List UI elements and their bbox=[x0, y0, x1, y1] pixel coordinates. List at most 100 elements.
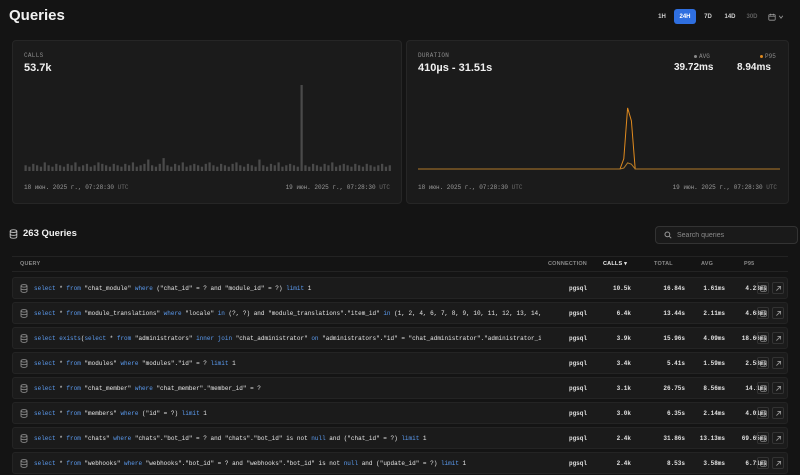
table-row[interactable]: select * from "webhooks" where "webhooks… bbox=[12, 452, 788, 474]
calls-bar bbox=[204, 163, 207, 171]
sql-token: from bbox=[66, 385, 81, 392]
sidebar-panel-button[interactable] bbox=[757, 432, 769, 444]
open-external-button[interactable] bbox=[772, 282, 784, 294]
total-cell: 16.84s bbox=[663, 285, 685, 292]
sql-token: "chats" bbox=[80, 435, 114, 442]
sql-token: 1 bbox=[228, 360, 236, 367]
range-14d-button[interactable]: 14D bbox=[720, 9, 740, 24]
open-external-button[interactable] bbox=[772, 382, 784, 394]
total-cell: 15.96s bbox=[663, 335, 685, 342]
sql-token: "chats"."bot_id" = ? and "chats"."bot_id… bbox=[131, 435, 312, 442]
calls-bar bbox=[350, 166, 353, 171]
avg-cell: 8.56ms bbox=[703, 385, 725, 392]
panel-icon bbox=[759, 459, 767, 467]
range-24h-button[interactable]: 24H bbox=[674, 9, 696, 24]
sidebar-panel-button[interactable] bbox=[757, 307, 769, 319]
sql-token: where bbox=[120, 410, 139, 417]
open-external-button[interactable] bbox=[772, 332, 784, 344]
duration-card: DURATION 410µs - 31.51s AVG 39.72ms P95 … bbox=[406, 40, 789, 204]
table-row[interactable]: select * from "chats" where "chats"."bot… bbox=[12, 427, 788, 449]
calls-bar bbox=[128, 165, 131, 171]
calendar-dropdown[interactable] bbox=[764, 13, 788, 21]
duration-start-text: 18 июн. 2025 г., 07:28:30 bbox=[418, 184, 509, 191]
duration-end-tz: UTC bbox=[766, 184, 777, 191]
sql-token: * bbox=[55, 310, 67, 317]
calls-bar bbox=[262, 165, 265, 171]
table-row[interactable]: select exists(select * from "administrat… bbox=[12, 327, 788, 349]
calls-bar bbox=[112, 163, 115, 171]
sidebar-panel-button[interactable] bbox=[757, 282, 769, 294]
calls-bar bbox=[273, 165, 276, 171]
column-p95[interactable]: P95 bbox=[744, 261, 754, 267]
calls-bar bbox=[162, 158, 165, 171]
arrow-up-right-icon bbox=[775, 435, 781, 441]
calls-end-time: 19 июн. 2025 г., 07:28:30 UTC bbox=[286, 184, 390, 191]
table-row[interactable]: select * from "members" where ("id" = ?)… bbox=[12, 402, 788, 424]
sort-desc-icon: ▾ bbox=[624, 261, 628, 267]
search-box[interactable] bbox=[655, 226, 798, 244]
calls-bar bbox=[85, 163, 89, 171]
panel-icon bbox=[759, 284, 767, 292]
arrow-up-right-icon bbox=[775, 335, 781, 341]
calls-bar bbox=[154, 166, 158, 171]
column-connection[interactable]: CONNECTION bbox=[548, 261, 587, 267]
calls-bar bbox=[220, 163, 223, 171]
sql-token: null bbox=[311, 435, 326, 442]
sql-token: "locale" bbox=[181, 310, 218, 317]
column-calls[interactable]: CALLS ▾ bbox=[603, 261, 627, 267]
queries-header: 263 Queries bbox=[9, 228, 77, 239]
sidebar-panel-button[interactable] bbox=[757, 382, 769, 394]
calls-bar bbox=[388, 165, 391, 171]
range-1h-button[interactable]: 1H bbox=[652, 9, 672, 24]
panel-icon bbox=[759, 434, 767, 442]
sql-token: on bbox=[311, 335, 319, 342]
p95-value: 8.94ms bbox=[737, 62, 771, 73]
open-external-button[interactable] bbox=[772, 407, 784, 419]
calls-cell: 10.5k bbox=[612, 285, 631, 292]
sidebar-panel-button[interactable] bbox=[757, 332, 769, 344]
duration-start-time: 18 июн. 2025 г., 07:28:30 UTC bbox=[418, 184, 522, 191]
calls-bar bbox=[373, 166, 376, 171]
open-external-button[interactable] bbox=[772, 307, 784, 319]
duration-end-time: 19 июн. 2025 г., 07:28:30 UTC bbox=[673, 184, 777, 191]
calls-bar bbox=[369, 165, 372, 171]
column-avg[interactable]: AVG bbox=[701, 261, 713, 267]
database-icon bbox=[20, 284, 28, 293]
open-external-button[interactable] bbox=[772, 457, 784, 469]
table-row[interactable]: select * from "chat_module" where ("chat… bbox=[12, 277, 788, 299]
open-external-button[interactable] bbox=[772, 432, 784, 444]
column-total[interactable]: TOTAL bbox=[654, 261, 673, 267]
calls-start-time: 18 июн. 2025 г., 07:28:30 UTC bbox=[24, 184, 128, 191]
search-input[interactable] bbox=[677, 231, 787, 239]
connection-cell: pgsql bbox=[568, 335, 587, 342]
table-row[interactable]: select * from "chat_member" where "chat_… bbox=[12, 377, 788, 399]
calls-bar bbox=[212, 165, 215, 171]
sql-token: where bbox=[134, 385, 153, 392]
sql-token: "webhooks"."bot_id" = ? and "webhooks"."… bbox=[142, 460, 344, 467]
calls-bar bbox=[250, 165, 253, 171]
calls-bar bbox=[97, 162, 100, 171]
arrow-up-right-icon bbox=[775, 385, 781, 391]
calls-bar bbox=[285, 165, 288, 171]
range-30d-button[interactable]: 30D bbox=[742, 9, 762, 24]
column-query[interactable]: QUERY bbox=[20, 261, 40, 267]
sidebar-panel-button[interactable] bbox=[757, 357, 769, 369]
range-7d-button[interactable]: 7D bbox=[698, 9, 718, 24]
calls-bar bbox=[304, 165, 307, 171]
database-icon bbox=[20, 359, 28, 368]
avg-cell: 3.58ms bbox=[703, 460, 725, 467]
sql-token: from bbox=[66, 410, 81, 417]
query-sql: select * from "chats" where "chats"."bot… bbox=[34, 435, 541, 442]
calls-bar bbox=[381, 163, 384, 171]
calls-bar bbox=[177, 165, 181, 171]
sidebar-panel-button[interactable] bbox=[757, 457, 769, 469]
sql-token: in bbox=[217, 310, 225, 317]
calls-bar bbox=[55, 163, 58, 171]
calls-cell: 3.4k bbox=[616, 360, 631, 367]
table-row[interactable]: select * from "modules" where "modules".… bbox=[12, 352, 788, 374]
sidebar-panel-button[interactable] bbox=[757, 407, 769, 419]
avg-cell: 4.09ms bbox=[703, 335, 725, 342]
table-row[interactable]: select * from "module_translations" wher… bbox=[12, 302, 788, 324]
calls-bar bbox=[258, 159, 261, 171]
open-external-button[interactable] bbox=[772, 357, 784, 369]
